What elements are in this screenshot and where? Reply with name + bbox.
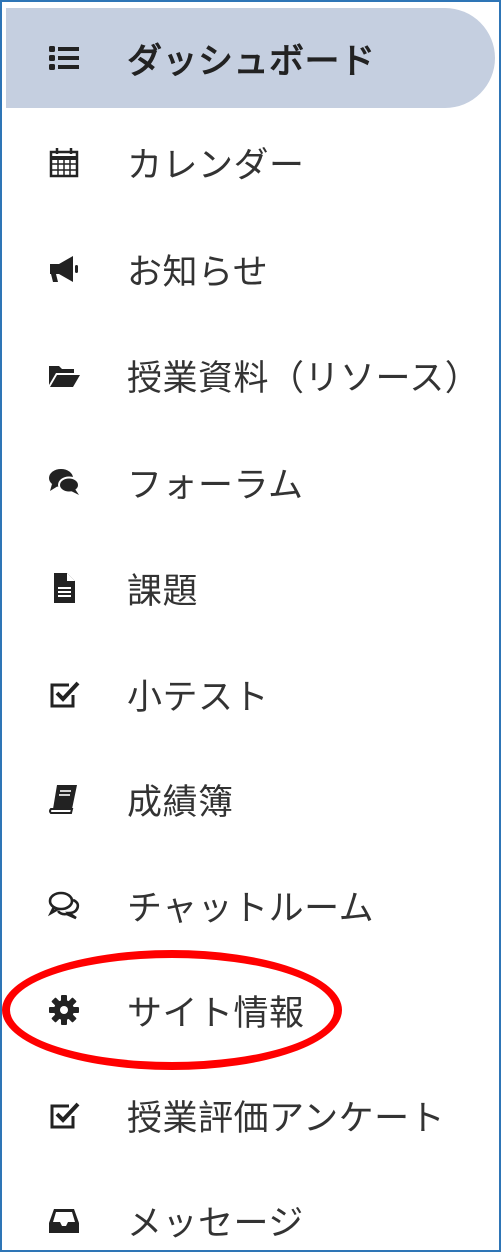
sidebar-item-quiz[interactable]: 小テスト <box>2 644 499 744</box>
comments-outline-icon <box>46 885 82 925</box>
sidebar-item-label: 課題 <box>127 571 199 612</box>
sidebar-item-label: 授業評価アンケート <box>127 1098 446 1139</box>
folder-open-icon <box>46 355 82 395</box>
sidebar-item-label: お知らせ <box>127 252 269 293</box>
book-icon <box>46 779 82 819</box>
sidebar-item-label: 授業資料（リソース） <box>127 358 481 399</box>
sidebar-item-label: カレンダー <box>127 145 305 186</box>
list-icon <box>46 38 82 78</box>
sidebar-item-assignments[interactable]: 課題 <box>2 538 499 638</box>
comments-icon <box>46 462 82 502</box>
megaphone-icon <box>46 249 82 289</box>
gear-icon <box>46 990 82 1030</box>
sidebar-item-site-info[interactable]: サイト情報 <box>2 960 499 1060</box>
sidebar-item-label: 小テスト <box>127 677 270 718</box>
sidebar-item-label: サイト情報 <box>127 993 305 1034</box>
calendar-icon <box>46 142 82 182</box>
check-square-icon <box>46 674 82 714</box>
sidebar-item-course-evaluation[interactable]: 授業評価アンケート <box>2 1065 499 1165</box>
sidebar-item-calendar[interactable]: カレンダー <box>2 112 499 212</box>
sidebar-item-chat-room[interactable]: チャットルーム <box>2 855 499 955</box>
sidebar-item-announcements[interactable]: お知らせ <box>2 219 499 319</box>
sidebar-item-label: フォーラム <box>127 465 304 506</box>
inbox-icon <box>46 1200 82 1240</box>
sidebar-item-label: メッセージ <box>127 1203 304 1244</box>
sidebar-item-resources[interactable]: 授業資料（リソース） <box>2 325 499 425</box>
sidebar-item-messages[interactable]: メッセージ <box>2 1170 499 1250</box>
sidebar-item-forum[interactable]: フォーラム <box>2 432 499 532</box>
check-square-icon <box>46 1095 82 1135</box>
navigation-panel: ダッシュボード カレンダー お知らせ 授業資料（リソース） フォーラム 課題 小… <box>0 0 501 1252</box>
sidebar-item-label: 成績簿 <box>127 782 234 823</box>
file-text-icon <box>46 568 82 608</box>
sidebar-item-gradebook[interactable]: 成績簿 <box>2 749 499 849</box>
sidebar-item-label: チャットルーム <box>127 888 375 929</box>
sidebar-item-label: ダッシュボード <box>127 41 376 82</box>
sidebar-item-dashboard[interactable]: ダッシュボード <box>6 8 495 108</box>
